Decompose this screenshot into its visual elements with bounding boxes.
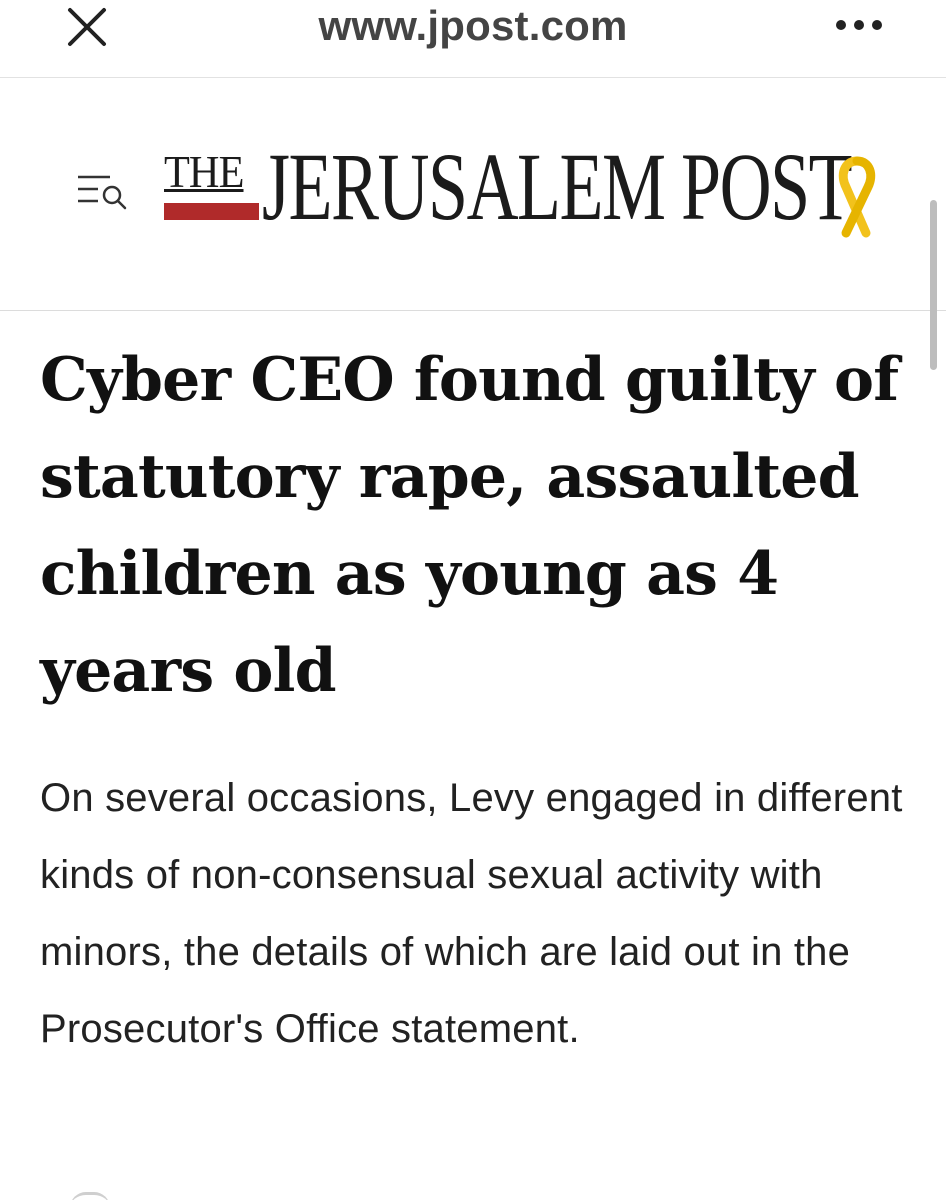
more-icon[interactable]	[832, 10, 886, 40]
site-header: THE JERUSALEM POST	[0, 79, 946, 311]
article-summary: On several occasions, Levy engaged in di…	[40, 776, 903, 1051]
scrollbar[interactable]	[930, 200, 937, 370]
menu-search-icon[interactable]	[74, 171, 130, 211]
logo-the-text: THE	[164, 146, 244, 197]
logo-main-text: JERUSALEM POST	[262, 133, 853, 240]
yellow-ribbon-icon	[838, 156, 876, 238]
article-headline: Cyber CEO found guilty of statutory rape…	[40, 345, 899, 706]
logo-red-bar	[164, 203, 259, 220]
browser-toolbar: www.jpost.com	[0, 0, 946, 78]
partial-element	[70, 1192, 110, 1200]
url-bar[interactable]: www.jpost.com	[0, 2, 946, 50]
site-logo[interactable]: THE JERUSALEM POST	[164, 131, 884, 261]
